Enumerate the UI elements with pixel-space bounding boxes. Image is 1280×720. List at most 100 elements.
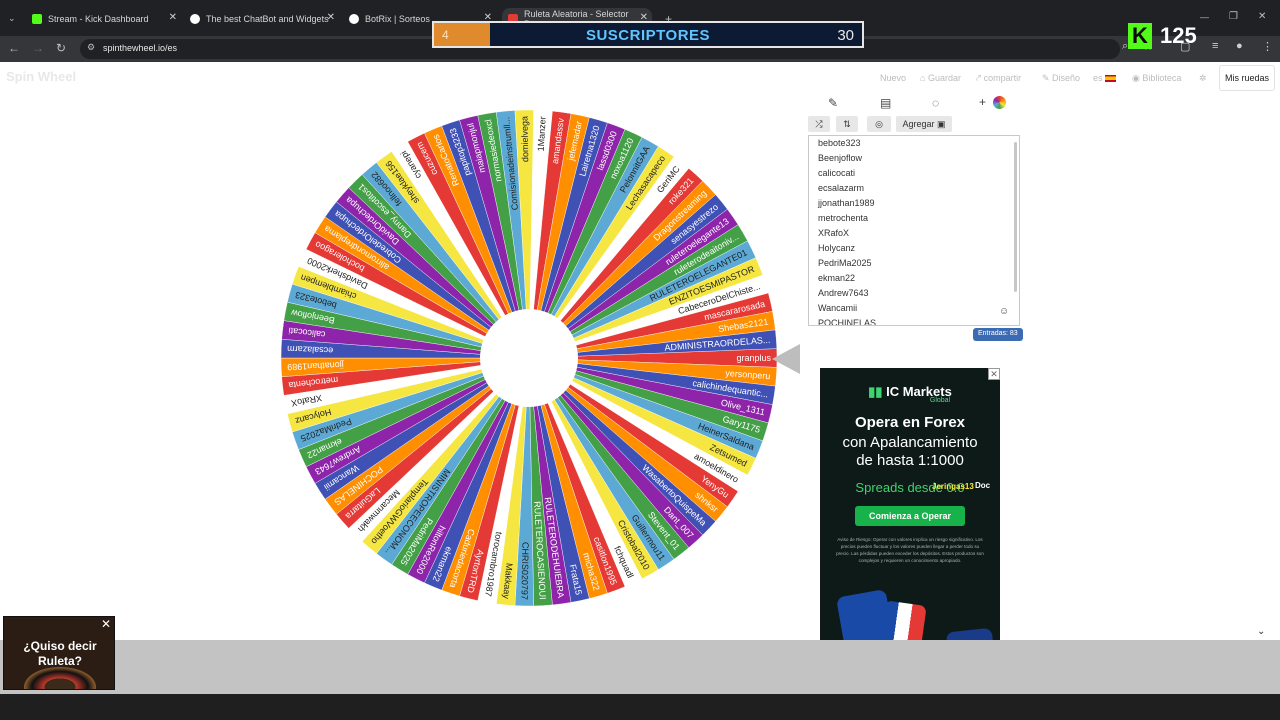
subscriber-goal-widget: 4 SUSCRIPTORES 30 [432,21,864,48]
close-tab-icon[interactable]: ✕ [327,12,335,23]
entries-count-badge: Entradas: 83 [973,328,1023,341]
wheel-slice-label: granplus [736,353,771,363]
media-controls-icon[interactable]: ≡ [1212,40,1218,52]
minimize-icon[interactable]: — [1200,12,1209,22]
menu-diseno-label: Diseño [1052,73,1081,83]
edit-pencil-icon[interactable]: ✎ [828,96,838,110]
wheel-slice-label: CHRIS020797 [519,542,530,600]
close-tab-icon[interactable]: ✕ [169,12,177,23]
shuffle-icon: ⤮ [815,119,823,129]
agregar-button[interactable]: Agregar ▣ [896,116,952,132]
menu-language[interactable]: es [1093,73,1117,83]
roulette-image-icon [24,667,96,689]
add-plus-icon[interactable]: + [979,95,986,109]
quiso-decir-text: ¿Quiso decir Ruleta? [23,639,97,668]
entry-item[interactable]: Andrew7643 [818,288,869,298]
spain-flag-icon [1105,75,1117,83]
menu-biblioteca-label: Biblioteca [1142,73,1182,83]
menu-diseno[interactable]: ✎ Diseño [1042,73,1080,84]
stream-overlay-doc: Doc [975,481,991,490]
botrix-favicon-icon [349,14,359,24]
advanced-icon: ◎ [875,119,883,129]
tab-title: BotRix | Sorteos [365,14,430,24]
url-text: spinthewheel.io/es [103,43,178,53]
tab-title: The best ChatBot and Widgets [206,14,329,24]
entries-scrollbar[interactable] [1014,142,1017,292]
popup-close-icon[interactable]: ✕ [101,617,111,631]
stream-overlay-name: Jeringas13 [932,482,974,491]
entry-item[interactable]: ekman22 [818,273,855,283]
tab-title: Stream - Kick Dashboard [48,14,149,24]
subscriber-goal: 30 [837,27,854,44]
wheel-slice-label: ecsalazarm [287,344,333,356]
browser-menu-icon[interactable]: ⋮ [1262,40,1273,53]
entry-item[interactable]: XRafoX [818,228,849,238]
wheel-slice-label: domielvega [519,116,530,162]
wheel-slice-label: 1Manzer [536,116,548,152]
ad-headline-3: de hasta 1:1000 [856,452,964,469]
site-logo[interactable]: Spin Wheel [6,69,76,84]
wheel-pointer-arrow-icon [772,344,800,374]
advanced-button[interactable]: ◎ [867,116,891,132]
kick-favicon-icon [32,14,42,24]
entry-item[interactable]: POCHINELAS [818,318,876,325]
kick-logo-icon: K [1128,23,1152,49]
wheel-graphic[interactable]: granplusyersonperucalichindequantic...Ol… [280,109,778,607]
mis-ruedas-button[interactable]: Mis ruedas [1219,65,1275,91]
clipboard-icon[interactable]: ▤ [880,96,891,110]
wheel-center-hub[interactable] [480,309,578,407]
tab-kick-dashboard[interactable]: Stream - Kick Dashboard ✕ [32,8,177,30]
entry-item[interactable]: metrochenta [818,213,868,223]
hide-eye-icon[interactable]: ◌ [932,96,939,110]
subscriber-label: SUSCRIPTORES [585,27,711,44]
menu-guardar[interactable]: ⌂ Guardar [920,73,961,83]
entries-textarea[interactable]: bebote323 Beenjoflow calicocati ecsalazarm j… [808,135,1020,326]
color-palette-icon[interactable] [993,96,1006,109]
ad-headline-1: Opera en Forex [854,414,966,431]
page-footer-band [0,640,1280,694]
spin-wheel[interactable]: granplus yersonperu calichindequantic... Ol… [280,109,778,607]
entry-item[interactable]: Wancamii [818,303,857,313]
window-close-icon[interactable]: ✕ [1258,11,1266,22]
maximize-icon[interactable]: ❐ [1229,11,1238,22]
sort-button[interactable]: ⇅ [836,116,858,132]
quiso-decir-popup[interactable]: ¿Quiso decir Ruleta? [3,616,115,690]
menu-nuevo[interactable]: Nuevo [880,73,906,83]
kick-viewer-widget: K 125 [1128,22,1197,50]
entry-item[interactable]: calicocati [818,168,855,178]
tab-chatbot-widgets[interactable]: The best ChatBot and Widgets ✕ [190,8,335,30]
ad-close-button[interactable]: ✕ [988,368,1000,380]
screen: ⌄ Stream - Kick Dashboard ✕ The best Cha… [0,0,1280,720]
agregar-label: Agregar [902,119,935,129]
reload-icon[interactable]: ↻ [56,41,66,55]
menu-guardar-label: Guardar [927,73,961,83]
ad-risk-disclaimer: Aviso de Riesgo: Operar con valores impl… [836,537,984,563]
entry-item[interactable]: PedriMa2025 [818,258,872,268]
entry-item[interactable]: jjonathan1989 [818,198,875,208]
entry-item[interactable]: Holycanz [818,243,855,253]
kick-viewer-count: 125 [1160,23,1197,48]
forward-arrow-icon[interactable]: → [32,41,44,55]
image-icon: ▣ [937,119,946,129]
collapse-chevron-icon[interactable]: ⌄ [1257,626,1265,637]
site-info-icon[interactable]: ⚙ [87,42,95,53]
ad-cta-button[interactable]: Comienza a Operar [855,506,965,526]
ad-brand-sub: Global [929,397,951,404]
entry-item[interactable]: bebote323 [818,138,861,148]
ad-headline-2: con Apalancamiento [842,434,978,451]
menu-compartir-label: compartir [983,73,1022,83]
menu-biblioteca[interactable]: ◉ Biblioteca [1132,73,1181,84]
settings-gear-icon[interactable]: ✲ [1199,73,1207,84]
profile-avatar-icon[interactable]: ● [1236,40,1243,52]
tab-list-chevron-icon[interactable]: ⌄ [8,13,16,24]
sort-icon: ⇅ [843,119,851,129]
taskbar [0,694,1280,720]
emoji-icon[interactable]: ☺ [999,306,1009,317]
entry-item[interactable]: ecsalazarm [818,183,864,193]
shuffle-button[interactable]: ⤮ [808,116,830,132]
back-arrow-icon[interactable]: ← [8,41,20,55]
entry-item[interactable]: Beenjoflow [818,153,862,163]
botrix-favicon-icon [190,14,200,24]
menu-compartir[interactable]: ⤤ compartir [976,73,1021,84]
menu-language-label: es [1093,73,1103,83]
